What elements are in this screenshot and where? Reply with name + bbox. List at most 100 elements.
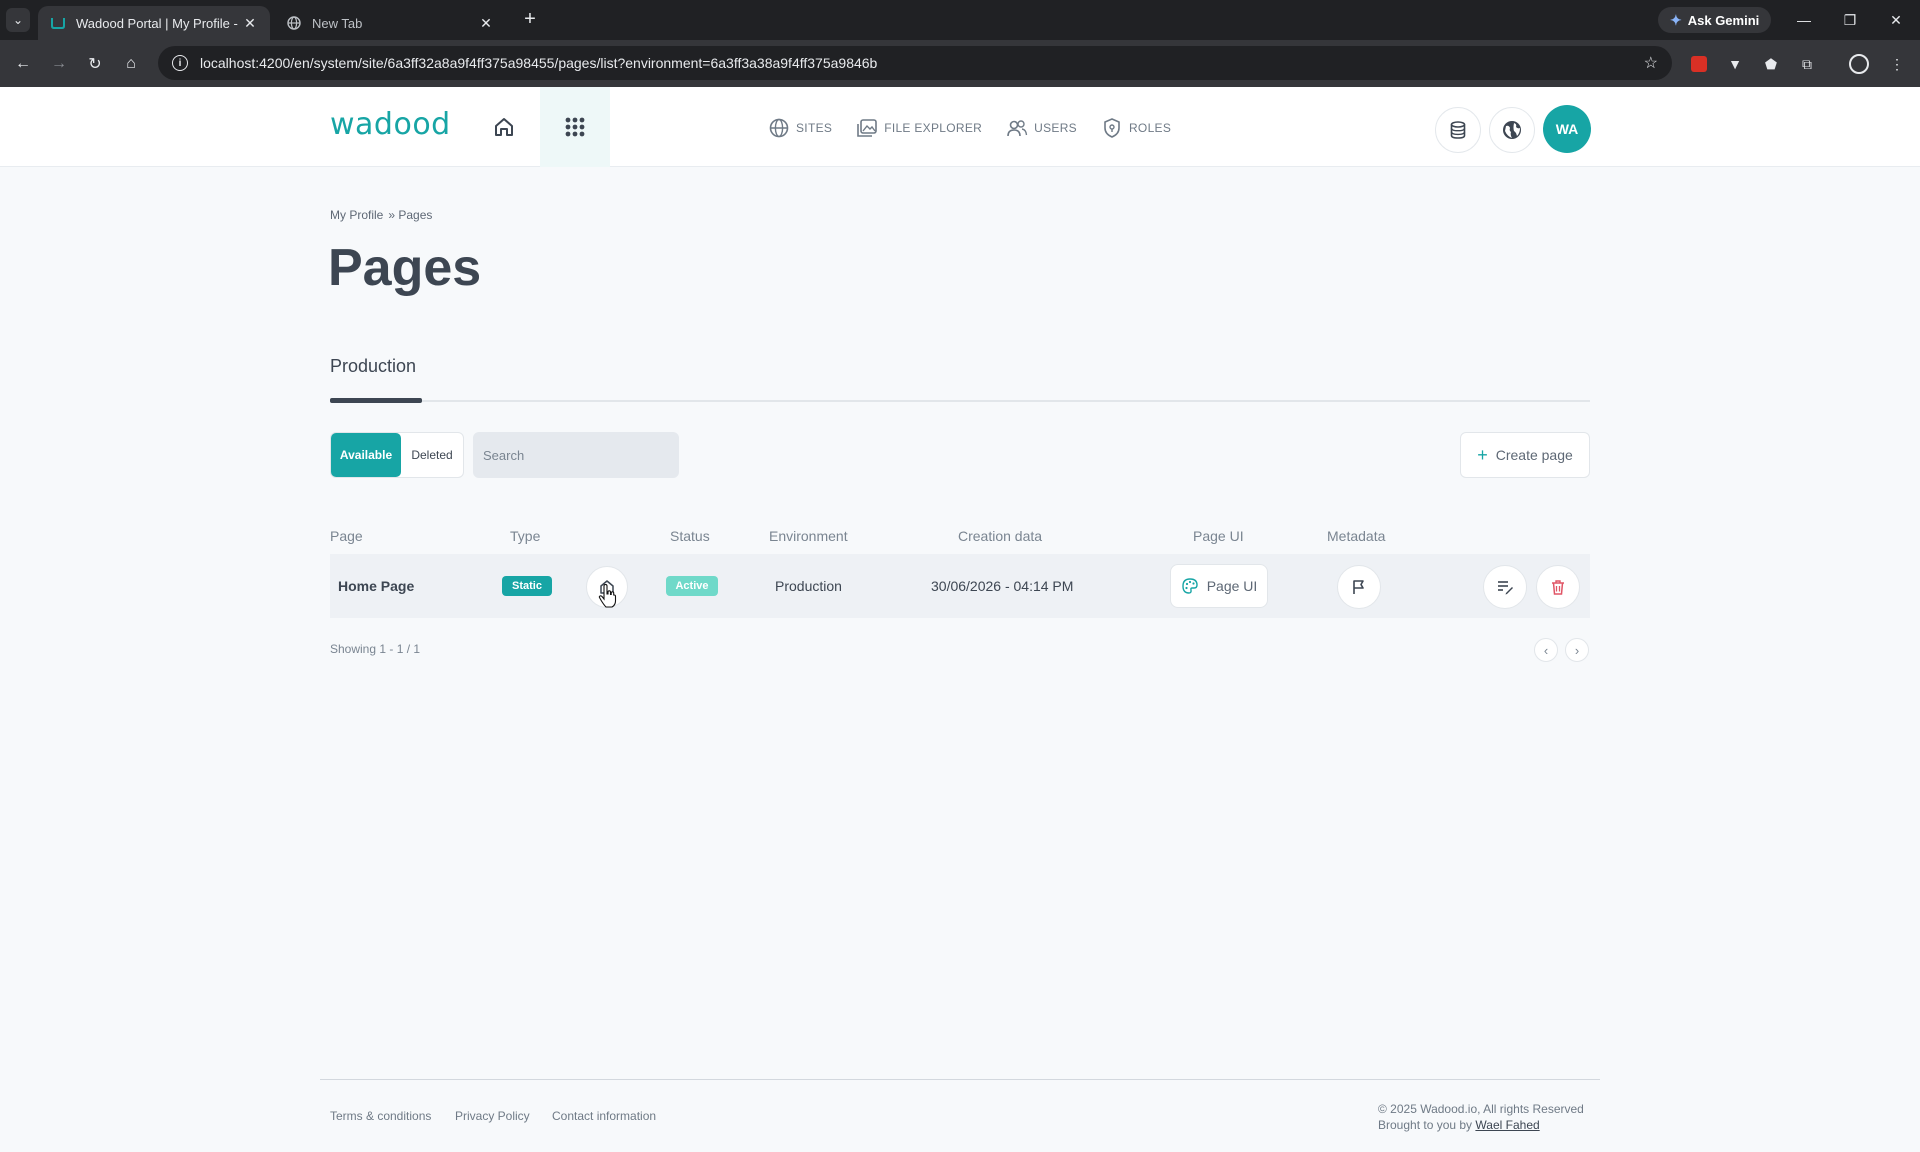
- page-title: Pages: [328, 239, 482, 297]
- url-text: localhost:4200/en/system/site/6a3ff32a8a…: [200, 55, 878, 71]
- site-info-icon[interactable]: i: [172, 55, 188, 71]
- language-button[interactable]: [1489, 107, 1535, 153]
- wadood-favicon-icon: [50, 15, 66, 31]
- edit-list-icon: [1498, 581, 1513, 595]
- back-arrow-icon[interactable]: ←: [10, 51, 36, 77]
- contact-link[interactable]: Contact information: [552, 1109, 656, 1123]
- profile-icon[interactable]: [1848, 53, 1870, 75]
- hand-cursor-icon: [598, 583, 618, 613]
- header-environment: Environment: [769, 528, 848, 544]
- author-link[interactable]: Wael Fahed: [1475, 1118, 1539, 1132]
- header-page-ui: Page UI: [1193, 528, 1244, 544]
- delete-page-button[interactable]: [1536, 565, 1580, 609]
- palette-icon: [1182, 578, 1198, 594]
- database-icon: [1450, 121, 1466, 139]
- tab-search-button[interactable]: ⌄: [6, 8, 30, 32]
- nav-sites-label: SITES: [796, 121, 833, 135]
- forward-arrow-icon[interactable]: →: [46, 51, 72, 77]
- next-page-icon[interactable]: ›: [1565, 638, 1589, 662]
- copyright-text: © 2025 Wadood.io, All rights Reserved: [1378, 1102, 1584, 1116]
- pagination-summary: Showing 1 - 1 / 1: [330, 642, 421, 656]
- ask-gemini-label: Ask Gemini: [1687, 12, 1760, 28]
- tab-divider: [330, 400, 1590, 402]
- header-creation-data: Creation data: [958, 528, 1043, 544]
- privacy-link[interactable]: Privacy Policy: [455, 1109, 530, 1123]
- header-status: Status: [670, 528, 710, 544]
- creation-date-cell: 30/06/2026 - 04:14 PM: [931, 578, 1074, 594]
- address-bar[interactable]: i localhost:4200/en/system/site/6a3ff32a…: [158, 46, 1672, 80]
- page-name-cell[interactable]: Home Page: [338, 578, 414, 594]
- globe-icon: [769, 118, 789, 138]
- chrome-globe-icon: [286, 15, 302, 31]
- header-page: Page: [330, 528, 363, 544]
- header-type: Type: [510, 528, 541, 544]
- app-header: wadood SITES FILE EXPLORER USERS ROLES W…: [0, 87, 1920, 167]
- tab-production[interactable]: Production: [330, 356, 416, 377]
- minimize-window-icon[interactable]: —: [1784, 6, 1824, 34]
- extension-red-icon[interactable]: [1688, 53, 1710, 75]
- images-icon: [857, 119, 877, 137]
- previous-page-icon[interactable]: ‹: [1534, 638, 1558, 662]
- status-badge: Active: [666, 576, 718, 596]
- database-button[interactable]: [1435, 107, 1481, 153]
- close-tab-icon[interactable]: ✕: [242, 15, 258, 31]
- metadata-button[interactable]: [1337, 565, 1381, 609]
- extension-v-icon[interactable]: ▼: [1724, 53, 1746, 75]
- edit-page-button[interactable]: [1483, 565, 1527, 609]
- ask-gemini-button[interactable]: ✦ Ask Gemini: [1658, 7, 1772, 33]
- nav-sites[interactable]: SITES: [768, 117, 832, 139]
- browser-menu-icon[interactable]: ⋮: [1886, 53, 1908, 75]
- shield-icon: [1104, 118, 1120, 138]
- browser-tab-inactive[interactable]: New Tab ✕: [274, 6, 506, 40]
- page-ui-button[interactable]: Page UI: [1170, 564, 1268, 608]
- user-avatar[interactable]: WA: [1543, 105, 1591, 153]
- breadcrumb-my-profile[interactable]: My Profile: [330, 208, 383, 222]
- availability-toggle: Available Deleted: [330, 432, 464, 478]
- nav-users-label: USERS: [1034, 121, 1077, 135]
- create-page-label: Create page: [1495, 447, 1573, 463]
- nav-roles[interactable]: ROLES: [1101, 117, 1171, 139]
- nav-file-explorer-label: FILE EXPLORER: [884, 121, 983, 135]
- page-ui-label: Page UI: [1206, 578, 1258, 594]
- browser-toolbar: ← → ↻ ⌂ i localhost:4200/en/system/site/…: [0, 40, 1920, 87]
- create-page-button[interactable]: + Create page: [1460, 432, 1590, 478]
- gemini-sparkle-icon: ✦: [1670, 11, 1682, 28]
- footer-divider: [320, 1079, 1600, 1080]
- new-tab-button[interactable]: +: [518, 8, 542, 32]
- users-icon: [1007, 120, 1028, 137]
- close-window-icon[interactable]: ✕: [1876, 6, 1916, 34]
- flag-icon: [1353, 580, 1364, 594]
- browser-home-icon[interactable]: ⌂: [118, 51, 144, 77]
- nav-roles-label: ROLES: [1128, 121, 1172, 135]
- nav-file-explorer[interactable]: FILE EXPLORER: [856, 117, 982, 139]
- reload-icon[interactable]: ↻: [82, 51, 108, 77]
- brought-by-line: Brought to you by Wael Fahed: [1378, 1117, 1584, 1133]
- plus-icon: +: [1477, 445, 1488, 465]
- earth-icon: [1503, 121, 1521, 139]
- bookmark-star-icon[interactable]: ☆: [1644, 53, 1658, 73]
- nav-users[interactable]: USERS: [1006, 117, 1077, 139]
- filter-deleted-button[interactable]: Deleted: [401, 433, 463, 477]
- wadood-logo[interactable]: wadood: [330, 107, 451, 142]
- brought-by-text: Brought to you by: [1378, 1118, 1473, 1132]
- browser-tab-active[interactable]: Wadood Portal | My Profile - Pa ✕: [38, 6, 270, 40]
- type-badge: Static: [502, 576, 552, 596]
- tab-title: New Tab: [312, 15, 363, 31]
- home-icon[interactable]: [490, 113, 518, 141]
- tab-title: Wadood Portal | My Profile - Pa: [76, 15, 242, 31]
- apps-grid-icon[interactable]: [540, 87, 610, 167]
- close-tab-icon[interactable]: ✕: [478, 15, 494, 31]
- copyright: © 2025 Wadood.io, All rights Reserved Br…: [1378, 1101, 1584, 1133]
- search-input[interactable]: [473, 432, 679, 478]
- breadcrumb-pages: » Pages: [388, 208, 433, 222]
- extensions-puzzle-icon[interactable]: ⧉: [1796, 53, 1818, 75]
- restore-window-icon[interactable]: ❐: [1830, 6, 1870, 34]
- browser-tab-bar: ⌄ Wadood Portal | My Profile - Pa ✕ New …: [0, 0, 1920, 40]
- extension-tag-icon[interactable]: ⬟: [1760, 53, 1782, 75]
- breadcrumb: My Profile » Pages: [330, 208, 432, 222]
- active-tab-indicator: [330, 398, 422, 403]
- header-metadata: Metadata: [1327, 528, 1386, 544]
- main-nav: SITES FILE EXPLORER USERS ROLES: [768, 117, 1171, 139]
- filter-available-button[interactable]: Available: [331, 433, 401, 477]
- terms-link[interactable]: Terms & conditions: [330, 1109, 431, 1123]
